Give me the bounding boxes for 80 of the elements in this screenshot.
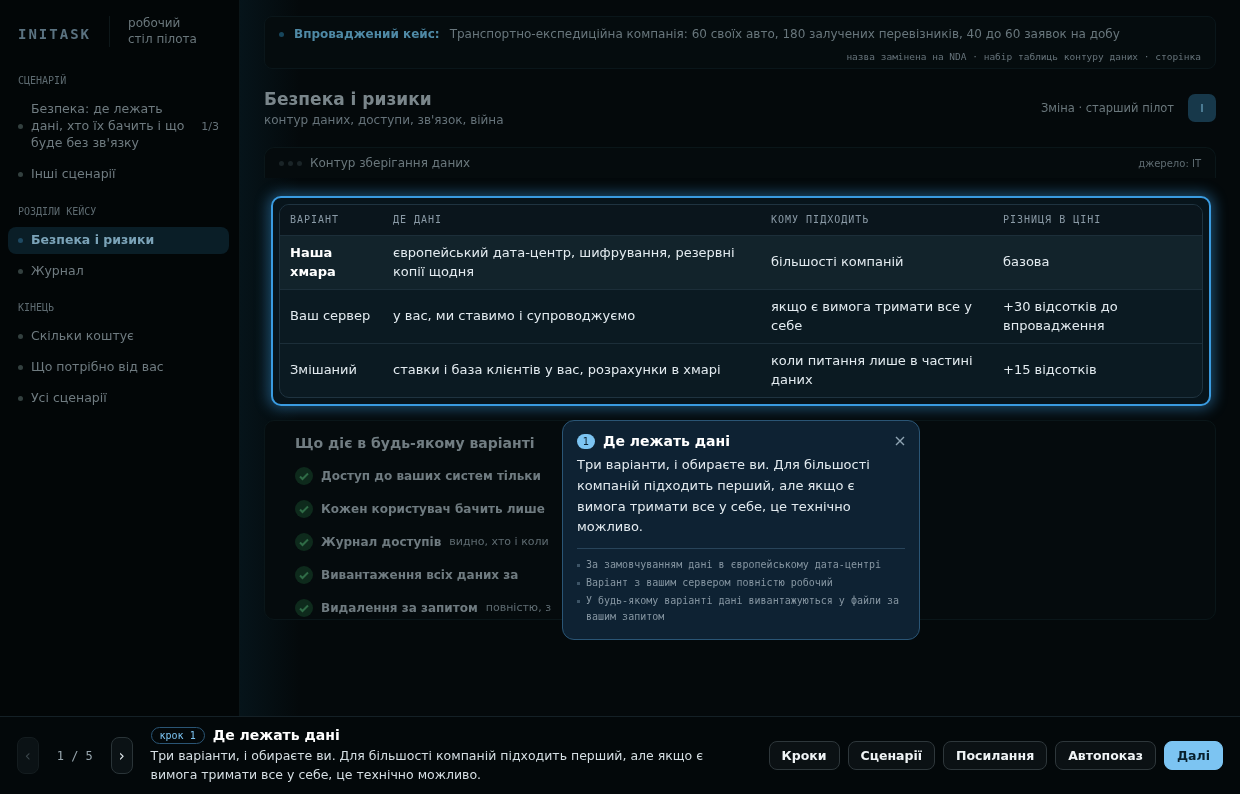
column-header: РІЗНИЦЯ В ЦІНІ bbox=[1002, 213, 1103, 227]
sidebar-item[interactable]: Скільки коштує bbox=[8, 323, 229, 351]
step-number: 1 bbox=[577, 433, 595, 449]
bullet-icon bbox=[577, 600, 580, 604]
section-title: РОЗДІЛИ КЕЙСУ bbox=[18, 205, 98, 217]
table-cell-text: у вас, ми ставимо і супроводжуємо bbox=[392, 307, 637, 326]
table-cell-text: ставки і база клієнтів у вас, розрахунки в хмарі bbox=[392, 361, 722, 380]
tagline: робочий стіл пілота bbox=[109, 16, 208, 48]
section-title: КІНЕЦЬ bbox=[18, 302, 56, 314]
tooltip-point: У будь-якому варіанті дані вивантажуються у файли за вашим запитом bbox=[586, 594, 901, 625]
bullet-icon bbox=[18, 237, 23, 243]
role-label: Зміна · старший пілот bbox=[1040, 101, 1174, 115]
bullet-icon bbox=[18, 334, 23, 340]
card-title: Що діє в будь-якому варіанті bbox=[295, 435, 535, 451]
guarantee-title: Журнал доступів bbox=[321, 534, 442, 549]
tooltip-title: Де лежать дані bbox=[603, 433, 732, 449]
guarantee-title: Видалення за запитом bbox=[321, 600, 478, 615]
sidebar-item[interactable]: Безпека і ризики bbox=[8, 226, 229, 254]
sidebar-item[interactable]: Журнал bbox=[8, 257, 229, 285]
table-row[interactable]: Наша хмара європейський дата-центр, шифрування, резервні копії щодня більшості компаній базова bbox=[280, 235, 1202, 289]
table-cell-text: +30 відсотків до впровадження bbox=[1002, 298, 1119, 335]
tooltip-text: Три варіанти, і обираєте ви. Для більшості компаній підходить перший, але якщо є вимога тримати все у себе, це технічно можливо. bbox=[577, 456, 871, 537]
table-cell-text: +15 відсотків bbox=[1002, 361, 1098, 380]
bullet-icon bbox=[18, 365, 23, 371]
bullet-icon bbox=[18, 171, 23, 177]
guarantee-title: Доступ до ваших систем тільки bbox=[321, 468, 541, 483]
table-cell-text: коли питання лише в частині даних bbox=[770, 352, 974, 389]
bullet-icon bbox=[18, 124, 23, 129]
column-header: ВАРІАНТ bbox=[289, 213, 341, 227]
status-dot-icon bbox=[279, 31, 284, 37]
sidebar-item[interactable]: Усі сценарії bbox=[8, 385, 229, 413]
section-title: СЦЕНАРІЙ bbox=[18, 75, 68, 87]
banner-label: Впроваджений кейс: bbox=[294, 27, 440, 41]
bullet-icon bbox=[18, 396, 23, 402]
tour-button[interactable]: Далі bbox=[1164, 741, 1223, 770]
banner-meta: назва замінена на NDA · набір таблиць контуру даних · сторінка bbox=[845, 51, 1201, 62]
guarantee-title: Кожен користувач бачить лише bbox=[321, 501, 545, 516]
close-icon[interactable] bbox=[895, 436, 905, 446]
info-button[interactable] bbox=[1188, 94, 1216, 122]
bullet-icon bbox=[577, 582, 580, 586]
tooltip-point: Варіант з вашим сервером повністю робочий bbox=[586, 576, 833, 591]
tooltip-point: За замовчуванням дані в європейському дата-центрі bbox=[586, 558, 881, 573]
check-icon bbox=[295, 598, 313, 617]
step-text: Три варіанти, і обираєте ви. Для більшості компаній підходить перший, але якщо є вимога тримати все у себе, це технічно можливо. bbox=[150, 746, 705, 784]
sidebar-item[interactable]: Що потрібно від вас bbox=[8, 354, 229, 382]
column-header: КОМУ ПІДХОДИТЬ bbox=[770, 213, 871, 227]
step-title: Де лежать дані bbox=[212, 727, 340, 744]
check-icon bbox=[295, 565, 313, 584]
table-cell-text: Ваш сервер bbox=[289, 307, 372, 326]
banner-text: Транспортно-експедиційна компанія: 60 своїх авто, 180 залучених перевізників, 40 до 60 заявок на добу bbox=[449, 27, 1120, 41]
table-cell-text: європейський дата-центр, шифрування, резервні копії щодня bbox=[392, 244, 736, 281]
guarantee-note: повністю, з bbox=[485, 601, 551, 614]
logo: INITASK bbox=[18, 26, 91, 42]
next-arrow-button[interactable]: › bbox=[110, 737, 133, 774]
column-header: ДЕ ДАНІ bbox=[392, 213, 444, 227]
tour-button[interactable]: Автопоказ bbox=[1055, 741, 1156, 770]
window-dots-icon bbox=[279, 160, 302, 166]
table-cell-text: якщо є вимога тримати все у себе bbox=[770, 298, 973, 335]
check-icon bbox=[295, 532, 313, 551]
sidebar-item[interactable]: Інші сценарії bbox=[8, 160, 229, 188]
card-source: джерело: ІТ bbox=[1138, 157, 1201, 169]
table-cell-text: Змішаний bbox=[289, 361, 358, 380]
bullet-icon bbox=[18, 268, 23, 274]
guarantee-title: Вивантаження всіх даних за bbox=[321, 567, 519, 582]
step-counter: 1 / 5 bbox=[56, 748, 93, 763]
card-title: Контур зберігання даних bbox=[310, 156, 472, 170]
tour-button[interactable]: Сценарії bbox=[847, 741, 936, 770]
table-row[interactable]: Змішаний ставки і база клієнтів у вас, розрахунки в хмарі коли питання лише в частині даних +15 відсотків bbox=[280, 343, 1202, 397]
table-row[interactable]: Ваш сервер у вас, ми ставимо і супроводжуємо якщо є вимога тримати все у себе +30 відсотків до впровадження bbox=[280, 289, 1202, 343]
table-cell-text: більшості компаній bbox=[770, 253, 905, 272]
check-icon bbox=[295, 499, 313, 518]
bullet-icon bbox=[577, 564, 580, 568]
sidebar-item[interactable]: Безпека: де лежать дані, хто їх бачить і що буде без зв'язку 1/3 bbox=[8, 96, 229, 157]
table-cell-text: Наша хмара bbox=[289, 244, 337, 281]
check-icon bbox=[295, 466, 313, 485]
page-subtitle: контур даних, доступи, зв'язок, війна bbox=[264, 113, 504, 127]
tour-button[interactable]: Кроки bbox=[768, 741, 840, 770]
table-cell-text: базова bbox=[1002, 253, 1051, 272]
tour-button[interactable]: Посилання bbox=[943, 741, 1048, 770]
page-title: Безпека і ризики bbox=[264, 89, 433, 109]
